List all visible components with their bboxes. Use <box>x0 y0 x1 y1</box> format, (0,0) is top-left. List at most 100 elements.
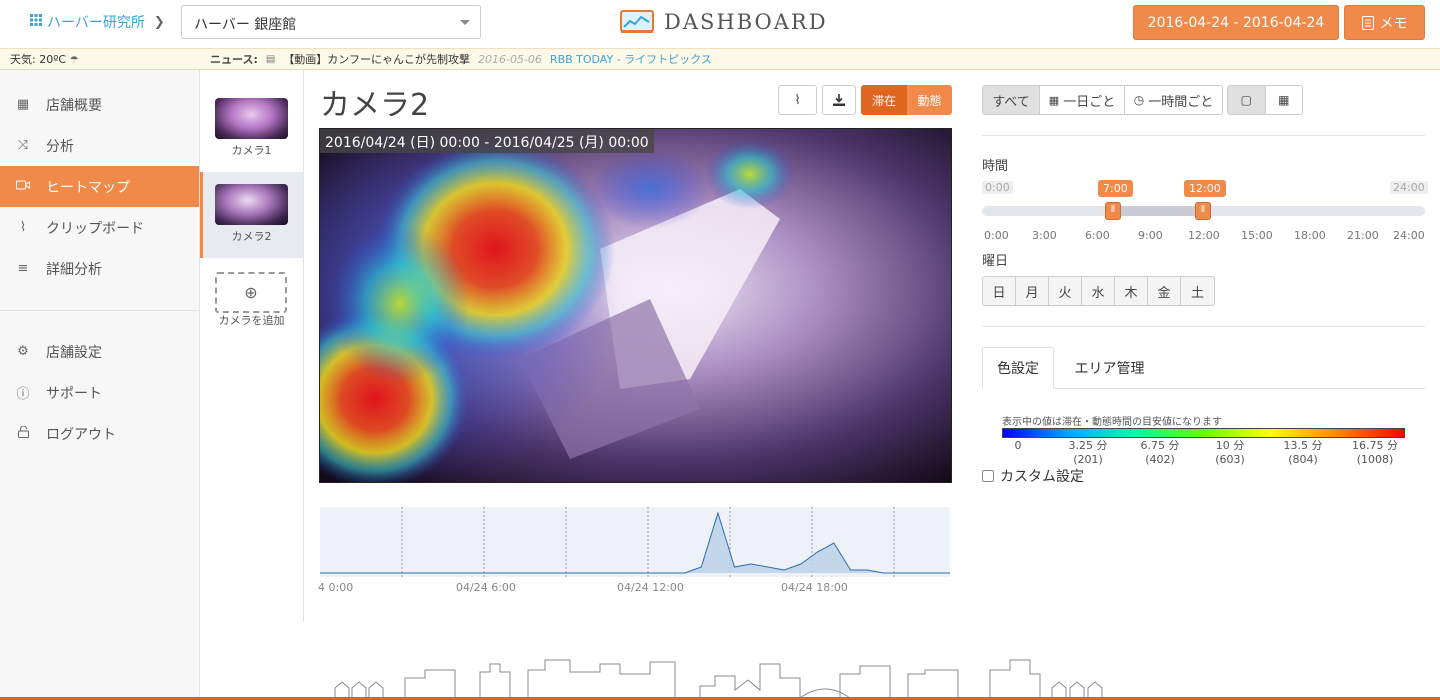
time-range-slider[interactable]: ⦀ ⦀ <box>982 202 1425 220</box>
filter-daily-button[interactable]: ▦ 一日ごと <box>1040 86 1125 114</box>
clip-button[interactable]: ⌇ <box>778 85 817 115</box>
paperclip-icon: ⌇ <box>19 220 27 235</box>
memo-label: メモ <box>1379 15 1408 32</box>
timeline-chart[interactable] <box>320 507 950 577</box>
tick-label: 3:00 <box>1032 229 1057 242</box>
camera-thumb-1[interactable]: カメラ1 <box>200 86 303 172</box>
square-icon: ▢ <box>1240 93 1252 107</box>
weekday-label: 曜日 <box>982 254 1009 269</box>
video-icon <box>0 179 46 194</box>
mode-move-button[interactable]: 動態 <box>907 85 952 115</box>
news-headline[interactable]: 【動画】カンフーにゃんこが先制攻撃 <box>283 51 470 67</box>
slider-end-handle[interactable]: ⦀ <box>1195 202 1211 220</box>
time-label: 時間 <box>982 159 1009 174</box>
heatmap-image <box>320 129 951 482</box>
filter-hourly-label: 一時間ごと <box>1148 94 1214 110</box>
add-camera-button[interactable]: ⊕ <box>215 272 287 313</box>
single-view-button[interactable]: ▢ <box>1228 86 1266 114</box>
sidebar-item-label: サポート <box>46 385 102 402</box>
scale-minutes: 0 <box>1014 439 1022 452</box>
sidebar-item-label: 店舗概要 <box>46 97 102 114</box>
time-max-label: 24:00 <box>1390 181 1428 194</box>
scale-count: (201) <box>1073 453 1103 466</box>
download-button[interactable] <box>822 85 856 115</box>
sidebar-item-heatmap[interactable]: ヒートマップ <box>0 166 199 207</box>
memo-button[interactable]: メモ <box>1344 5 1425 40</box>
camera-thumb-2[interactable]: カメラ2 <box>200 172 303 258</box>
date-range-button[interactable]: 2016-04-24 - 2016-04-24 <box>1133 5 1339 40</box>
weekday-tue-button[interactable]: 火 <box>1049 277 1082 305</box>
custom-setting-label: カスタム設定 <box>1000 469 1084 485</box>
camera-thumb-label: カメラ1 <box>231 144 272 157</box>
weekday-mon-button[interactable]: 月 <box>1016 277 1049 305</box>
sidebar-item-overview[interactable]: ▦ 店舗概要 <box>0 84 199 125</box>
shuffle-icon: ⤨ <box>17 138 29 153</box>
tick-label: 18:00 <box>1294 229 1326 242</box>
org-breadcrumb[interactable]: ハーバー研究所 ❯ <box>30 12 165 32</box>
slider-range-fill <box>1113 206 1203 216</box>
sidebar-divider <box>0 310 199 311</box>
city-skyline-illustration <box>330 659 1120 699</box>
tab-color-settings[interactable]: 色設定 <box>982 347 1054 389</box>
filter-hourly-button[interactable]: ◷ 一時間ごと <box>1125 86 1222 114</box>
scale-value: 3.25 分 (201) <box>1064 439 1112 467</box>
sidebar-item-store-settings[interactable]: ⚙ 店舗設定 <box>0 331 199 372</box>
org-name[interactable]: ハーバー研究所 <box>47 12 145 32</box>
weekday-wed-button[interactable]: 水 <box>1082 277 1115 305</box>
custom-setting-checkbox[interactable] <box>982 470 994 482</box>
grid-icon: ▦ <box>16 97 30 112</box>
divider <box>982 326 1425 327</box>
tick-label: 12:00 <box>1188 229 1220 242</box>
sidebar-item-label: クリップボード <box>46 220 144 237</box>
filter-all-button[interactable]: すべて <box>983 86 1040 114</box>
tick-label: 9:00 <box>1138 229 1163 242</box>
store-select[interactable]: ハーバー 銀座館 <box>181 5 481 39</box>
timeline-label: 04/24 18:00 <box>781 581 848 594</box>
scale-minutes: 10 分 <box>1215 439 1245 452</box>
timeline-label: 04/24 12:00 <box>617 581 684 594</box>
slider-ticks: 0:00 3:00 6:00 9:00 12:00 15:00 18:00 21… <box>982 229 1425 245</box>
scale-minutes: 3.25 分 <box>1068 439 1108 452</box>
bars-icon: ≡ <box>17 261 29 276</box>
mode-stay-button[interactable]: 滞在 <box>861 85 907 115</box>
grid-icon: ▦ <box>1278 93 1290 107</box>
tick-label: 24:00 <box>1393 229 1425 242</box>
camera-thumb-label: カメラ2 <box>231 230 272 243</box>
grid-view-button[interactable]: ▦ <box>1266 86 1303 114</box>
scale-value: 10 分 (603) <box>1206 439 1254 467</box>
scale-value: 16.75 分 (1008) <box>1347 439 1403 467</box>
weekday-fri-button[interactable]: 金 <box>1148 277 1181 305</box>
scale-count: (402) <box>1145 453 1175 466</box>
chart-logo-icon <box>620 10 654 33</box>
slider-start-handle[interactable]: ⦀ <box>1105 202 1121 220</box>
period-filter-group: すべて ▦ 一日ごと ◷ 一時間ごと <box>982 85 1223 115</box>
heatmap-view[interactable]: 2016/04/24 (日) 00:00 - 2016/04/25 (月) 00… <box>319 128 952 483</box>
sidebar-item-clipboard[interactable]: ⌇ クリップボード <box>0 207 199 248</box>
custom-setting-toggle[interactable]: カスタム設定 <box>982 466 1084 486</box>
sidebar: ▦ 店舗概要 ⤨ 分析 ヒートマップ ⌇ クリップボード ≡ 詳細分析 ⚙ 店舗… <box>0 70 200 700</box>
divider <box>982 135 1425 136</box>
news-source[interactable]: RBB TODAY - ライフトピックス <box>550 51 712 67</box>
lock-icon <box>0 425 46 442</box>
weekday-sun-button[interactable]: 日 <box>983 277 1016 305</box>
apps-grid-icon <box>30 14 42 30</box>
scale-value: 13.5 分 (804) <box>1277 439 1329 467</box>
weekday-thu-button[interactable]: 木 <box>1115 277 1148 305</box>
sidebar-item-support[interactable]: ⓘ サポート <box>0 372 199 413</box>
color-scale-bar <box>1002 428 1405 438</box>
sidebar-item-analysis[interactable]: ⤨ 分析 <box>0 125 199 166</box>
news-label: ニュース: <box>210 53 258 66</box>
memo-icon <box>1361 15 1374 30</box>
tab-area-management[interactable]: エリア管理 <box>1062 347 1157 389</box>
sidebar-item-logout[interactable]: ログアウト <box>0 413 199 454</box>
weekday-group: 日 月 火 水 木 金 土 <box>982 276 1215 306</box>
weekday-sat-button[interactable]: 土 <box>1181 277 1214 305</box>
brand-title: DASHBOARD <box>664 10 828 34</box>
scale-value: 0 <box>1010 439 1026 453</box>
sidebar-item-label: 分析 <box>46 138 74 155</box>
info-icon: ⓘ <box>16 387 30 402</box>
timeline-label: 04/24 6:00 <box>456 581 516 594</box>
tick-label: 0:00 <box>984 229 1009 242</box>
scale-minutes: 6.75 分 <box>1140 439 1180 452</box>
sidebar-item-detail-analysis[interactable]: ≡ 詳細分析 <box>0 248 199 289</box>
